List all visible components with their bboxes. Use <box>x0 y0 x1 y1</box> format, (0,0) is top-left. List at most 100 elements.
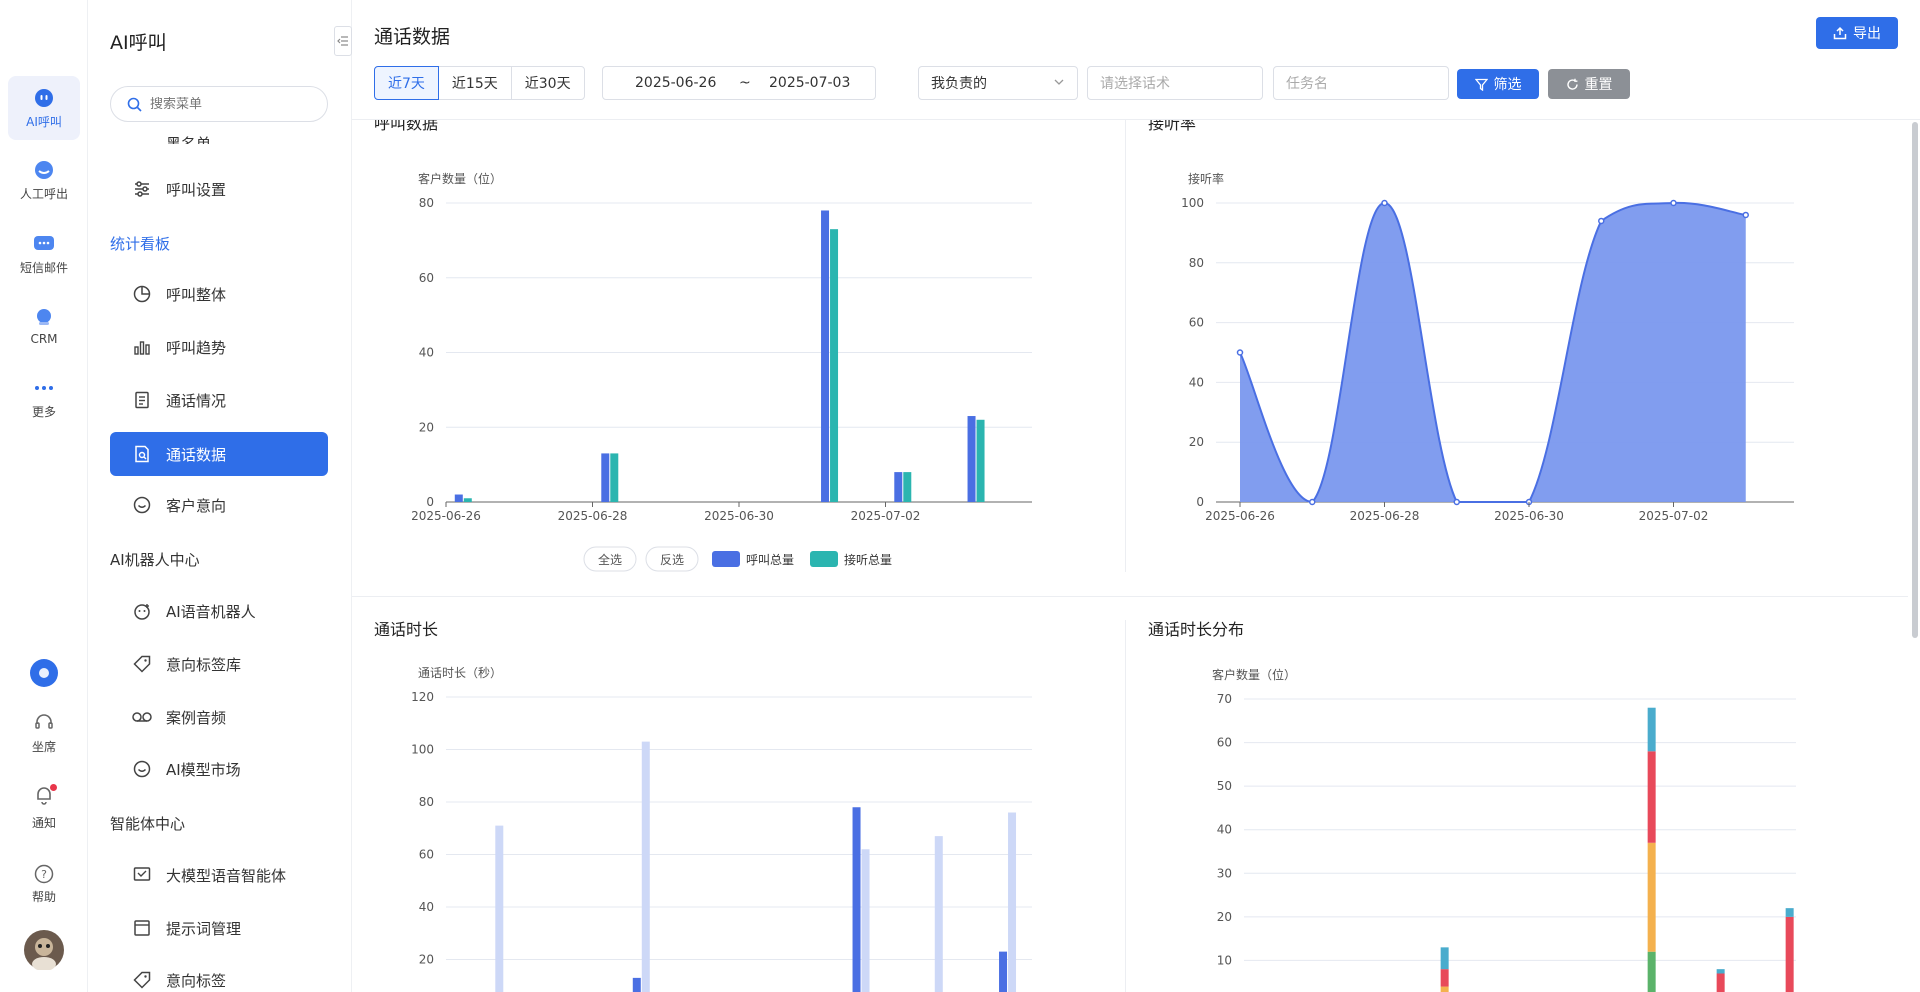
legend-invert[interactable]: 反选 <box>660 553 684 567</box>
y-tick-label: 80 <box>419 795 434 809</box>
rail-label: 人工呼出 <box>19 186 68 201</box>
section-agent-center[interactable]: 智能体中心 <box>110 813 185 834</box>
rail-item-more[interactable]: 更多 <box>8 366 80 430</box>
blacklist-icon <box>132 124 152 144</box>
duration-bar <box>495 825 504 992</box>
menu-item-label: 通话数据 <box>166 445 227 464</box>
rail-label: 短信邮件 <box>19 260 68 275</box>
menu-item-label: 意向标签库 <box>166 655 242 674</box>
menu-item-call-settings[interactable]: 呼叫设置 <box>110 167 328 211</box>
menu-item-label: AI模型市场 <box>166 760 241 779</box>
menu-item-label: 呼叫趋势 <box>166 338 227 357</box>
prompt-icon <box>132 918 152 938</box>
range-15-days[interactable]: 近15天 <box>437 66 512 100</box>
menu-search-box[interactable] <box>110 86 328 122</box>
menu-item-label: 提示词管理 <box>166 919 242 938</box>
menu-collapse-button[interactable] <box>334 26 352 56</box>
chat-icon <box>132 865 152 885</box>
chart-legend: 全选 反选 呼叫总量 接听总量 <box>583 546 892 572</box>
user-avatar[interactable] <box>8 930 80 970</box>
page-title: 通话数据 <box>374 26 451 48</box>
rail-item-help[interactable]: ? 帮助 <box>8 864 80 905</box>
stacked-segment <box>1647 951 1656 992</box>
range-30-days[interactable]: 近30天 <box>510 66 585 100</box>
export-button[interactable]: 导出 <box>1816 17 1898 49</box>
settings-sliders-icon <box>132 179 152 199</box>
export-label: 导出 <box>1853 26 1881 42</box>
owner-select[interactable]: 我负责的 <box>918 66 1078 100</box>
duration-chart: 20 40 60 80 100 120 通话时长（秒） <box>411 666 1032 992</box>
menu-item-label: 大模型语音智能体 <box>166 866 287 885</box>
menu-item-label: 客户意向 <box>166 496 227 515</box>
rail-item-manual-call[interactable]: 人工呼出 <box>8 148 80 212</box>
menu-item-call-situation[interactable]: 通话情况 <box>110 378 328 422</box>
status-indicator[interactable] <box>8 658 80 688</box>
menu-item-label: 案例音频 <box>166 708 227 727</box>
stacked-segment <box>1647 707 1656 752</box>
refresh-icon <box>1566 78 1578 90</box>
section-robot-center[interactable]: AI机器人中心 <box>110 549 200 570</box>
menu-item-customer-intent[interactable]: 客户意向 <box>110 483 328 527</box>
rail-item-notify[interactable]: 通知 <box>8 784 80 831</box>
section-stats-board[interactable]: 统计看板 <box>110 233 170 254</box>
date-range-picker[interactable]: 2025-06-26 ~ 2025-07-03 <box>602 66 876 100</box>
menu-search-input[interactable] <box>150 96 310 112</box>
bar-answered <box>903 472 912 502</box>
status-circle-icon <box>30 659 58 687</box>
legend-select-all[interactable]: 全选 <box>598 552 622 567</box>
menu-item-call-trend[interactable]: 呼叫趋势 <box>110 325 328 369</box>
legend-label[interactable]: 呼叫总量 <box>746 553 794 567</box>
data-point <box>1598 217 1605 225</box>
y-tick-label: 100 <box>411 743 434 757</box>
y-axis-label: 通话时长（秒） <box>418 666 502 680</box>
rail-label: 坐席 <box>31 740 56 754</box>
scrollbar[interactable] <box>1912 122 1918 638</box>
crm-icon <box>33 306 55 328</box>
y-tick-label: 60 <box>1189 316 1204 330</box>
legend-label[interactable]: 接听总量 <box>844 552 892 567</box>
menu-item-case-audio[interactable]: 案例音频 <box>110 695 328 739</box>
legend-swatch <box>810 551 838 567</box>
duration-bar <box>641 741 650 992</box>
menu-item-label: AI语音机器人 <box>166 602 256 621</box>
rail-item-seat[interactable]: 坐席 <box>8 712 80 755</box>
main-content: 通话数据 导出 近7天 近15天 近30天 2025-06-26 ~ 2025-… <box>352 0 1920 992</box>
range-7-days[interactable]: 近7天 <box>374 66 439 100</box>
menu-item-intent-tag-library[interactable]: 意向标签库 <box>110 642 328 686</box>
y-tick-label: 20 <box>419 953 434 967</box>
intent-icon <box>132 495 152 515</box>
stacked-segment <box>1716 969 1725 974</box>
answer-rate-chart: 0 20 40 60 80 100 接听率 2025-06-26 2025-06-28 2025-… <box>1181 171 1794 523</box>
x-tick-label: 2025-07-02 <box>851 509 921 523</box>
task-name-input[interactable]: 任务名 <box>1273 66 1449 100</box>
menu-item-intent-tag[interactable]: 意向标签 <box>110 958 328 992</box>
duration-bar <box>632 977 641 992</box>
rail-label: 通知 <box>31 816 56 830</box>
menu-title: AI呼叫 <box>110 32 167 54</box>
date-end: 2025-07-03 <box>769 75 851 91</box>
search-icon <box>127 97 142 112</box>
reset-button[interactable]: 重置 <box>1548 69 1630 99</box>
menu-item-prompt-management[interactable]: 提示词管理 <box>110 906 328 950</box>
message-icon <box>33 233 55 255</box>
data-point <box>1453 498 1460 506</box>
bell-icon <box>33 784 57 810</box>
menu-item-call-overall[interactable]: 呼叫整体 <box>110 272 328 316</box>
menu-item-label: 呼叫设置 <box>166 180 227 199</box>
x-tick-label: 2025-06-26 <box>1205 509 1275 523</box>
menu-item-model-market[interactable]: AI模型市场 <box>110 747 328 791</box>
rail-item-ai-call[interactable]: AI呼叫 <box>8 76 80 140</box>
duration-bar <box>852 807 861 992</box>
script-select[interactable]: 请选择话术 <box>1087 66 1263 100</box>
menu-item-partial[interactable]: 黑名单 <box>110 124 328 144</box>
y-tick-label: 70 <box>1217 692 1232 706</box>
menu-item-call-data[interactable]: 通话数据 <box>110 432 328 476</box>
model-icon <box>132 759 152 779</box>
rail-item-sms-email[interactable]: 短信邮件 <box>8 222 80 286</box>
filter-button[interactable]: 筛选 <box>1457 69 1539 99</box>
rail-item-crm[interactable]: CRM <box>8 294 80 358</box>
menu-item-voice-robot[interactable]: AI语音机器人 <box>110 589 328 633</box>
stacked-segment <box>1785 916 1794 992</box>
y-tick-label: 100 <box>1181 196 1204 210</box>
menu-item-llm-voice-agent[interactable]: 大模型语音智能体 <box>110 853 328 897</box>
